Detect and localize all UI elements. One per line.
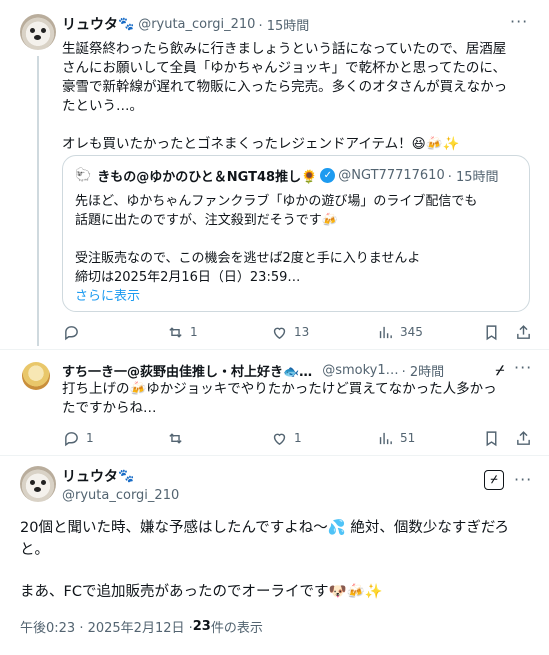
like-button[interactable]: 1	[270, 429, 302, 447]
quote-author-name[interactable]: きもの@ゆかのひと＆NGT48推し🌻	[97, 166, 317, 185]
bookmark-icon	[482, 429, 500, 447]
name-emoji: 🐾	[118, 16, 135, 32]
tweet-meta: 午後0:23 · 2025年2月12日 · 23 件の表示	[20, 616, 263, 636]
tweet-header: リュウタ 🐾	[62, 466, 134, 486]
share-button[interactable]	[514, 429, 532, 447]
thread-connector	[37, 56, 39, 346]
share-icon	[514, 429, 532, 447]
views-button[interactable]: 51	[376, 429, 415, 447]
avatar[interactable]	[20, 14, 56, 50]
reply-button[interactable]	[62, 323, 86, 341]
bookmark-icon	[482, 323, 500, 341]
handle-row: @ryuta_corgi_210	[62, 486, 179, 504]
verified-icon: ✓	[320, 168, 336, 183]
name-emoji: 🐾	[118, 468, 135, 484]
reply-icon	[62, 323, 80, 341]
author-handle[interactable]: @ryuta_corgi_210	[138, 17, 255, 32]
tweet-header: すち一き一@荻野由佳推し・村上好き🐟… @smoky1… · 2時間	[62, 360, 444, 380]
quote-timestamp[interactable]: · 15時間	[448, 166, 499, 185]
quote-author-handle[interactable]: @NGT77717610	[338, 168, 444, 183]
author-handle[interactable]: @ryuta_corgi_210	[62, 488, 179, 503]
timestamp[interactable]: · 2時間	[402, 361, 445, 380]
tweet-text: 20個と聞いた時、嫌な予感はしたんですよね～💦 絶対、個数少なすぎだろ と。 ま…	[20, 520, 510, 600]
views-count: 23	[192, 618, 211, 634]
avatar[interactable]	[22, 362, 50, 390]
tweet-text: 生誕祭終わったら飲みに行きましょうという話になっていたので、居酒屋 さんにお願い…	[62, 41, 508, 152]
tweet-header: リュウタ 🐾 @ryuta_corgi_210 · 15時間	[62, 14, 309, 34]
timestamp[interactable]: 午後0:23 · 2025年2月12日 ·	[20, 617, 193, 636]
bookmark-button[interactable]	[482, 429, 500, 447]
reply-icon	[62, 429, 80, 447]
divider	[0, 349, 549, 350]
divider	[0, 455, 549, 456]
tweet-actions: 1 13 345	[62, 322, 532, 342]
more-icon[interactable]: ···	[514, 470, 532, 489]
author-name[interactable]: リュウタ	[62, 14, 118, 34]
like-icon	[270, 323, 288, 341]
retweet-icon	[166, 429, 184, 447]
tweet-text: 打ち上げの🍻ゆかジョッキでやりたかったけど買えてなかった人多かっ たですからね…	[62, 381, 497, 416]
views-icon	[376, 323, 394, 341]
author-name[interactable]: すち一き一@荻野由佳推し・村上好き🐟…	[62, 361, 312, 380]
quote-avatar[interactable]: 🐑	[75, 168, 91, 183]
grok-icon[interactable]: ⌿	[484, 470, 504, 490]
reply-button[interactable]: 1	[62, 429, 94, 447]
quote-header: 🐑 きもの@ゆかのひと＆NGT48推し🌻 ✓ @NGT77717610 · 15…	[75, 166, 499, 185]
retweet-button[interactable]	[166, 429, 190, 447]
tweet-actions: 1 1 51	[62, 428, 532, 448]
show-more-link[interactable]: さらに表示	[75, 287, 525, 306]
quoted-tweet-card[interactable]: 🐑 きもの@ゆかのひと＆NGT48推し🌻 ✓ @NGT77717610 · 15…	[62, 155, 530, 312]
share-button[interactable]	[514, 323, 532, 341]
more-icon[interactable]: ···	[514, 358, 532, 377]
views-icon	[376, 429, 394, 447]
more-icon[interactable]: ···	[510, 12, 528, 31]
like-icon	[270, 429, 288, 447]
retweet-button[interactable]: 1	[166, 323, 198, 341]
author-handle[interactable]: @smoky1…	[322, 363, 398, 378]
like-button[interactable]: 13	[270, 323, 309, 341]
avatar[interactable]	[20, 466, 56, 502]
quote-text: 先ほど、ゆかちゃんファンクラブ「ゆかの遊び場」のライブ配信でも 話題に出たのです…	[75, 192, 525, 306]
grok-icon[interactable]: ⌿	[490, 361, 510, 381]
share-icon	[514, 323, 532, 341]
views-label: 件の表示	[210, 620, 263, 636]
author-name[interactable]: リュウタ	[62, 466, 118, 486]
bookmark-button[interactable]	[482, 323, 500, 341]
views-button[interactable]: 345	[376, 323, 423, 341]
retweet-icon	[166, 323, 184, 341]
timestamp[interactable]: · 15時間	[258, 15, 309, 34]
